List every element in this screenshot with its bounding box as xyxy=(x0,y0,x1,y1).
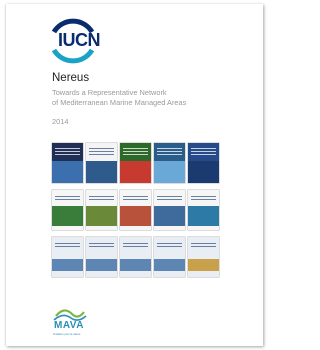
report-cover-4[interactable] xyxy=(154,143,185,183)
cover-text-line xyxy=(89,196,114,198)
cover-text-line xyxy=(123,246,148,248)
report-cover-6[interactable] xyxy=(52,190,83,230)
cover-text-line xyxy=(89,148,114,150)
cover-text-line xyxy=(89,243,114,245)
cover-text-line xyxy=(55,154,80,156)
cover-text-line xyxy=(123,154,148,156)
report-cover-11[interactable] xyxy=(52,237,83,277)
subtitle-line-1: Towards a Representative Network xyxy=(52,88,167,97)
report-year: 2014 xyxy=(52,117,69,126)
cover-text-line xyxy=(89,199,114,201)
report-cover-1[interactable] xyxy=(52,143,83,183)
cover-text-line xyxy=(55,243,80,245)
cover-text-line xyxy=(157,154,182,156)
mava-tagline: fondation pour la nature xyxy=(53,333,81,336)
cover-photo-band xyxy=(86,206,117,226)
report-cover-14[interactable] xyxy=(154,237,185,277)
cover-photo-band xyxy=(120,161,151,183)
iucn-logo-text: IUCN xyxy=(58,30,101,50)
subtitle-line-2: of Mediterranean Marine Managed Areas xyxy=(52,98,187,107)
cover-text-line xyxy=(191,246,216,248)
report-cover-8[interactable] xyxy=(120,190,151,230)
report-thumbnail-grid xyxy=(52,143,219,277)
cover-text-line xyxy=(123,199,148,201)
cover-photo-band xyxy=(188,161,219,183)
cover-photo-band xyxy=(120,259,151,271)
report-cover-3[interactable] xyxy=(120,143,151,183)
cover-photo-band xyxy=(86,161,117,183)
cover-text-line xyxy=(123,148,148,150)
cover-text-line xyxy=(123,196,148,198)
cover-text-line xyxy=(191,199,216,201)
cover-photo-band xyxy=(154,259,185,271)
report-cover-15[interactable] xyxy=(188,237,219,277)
cover-photo-band xyxy=(52,206,83,226)
cover-photo-band xyxy=(188,206,219,226)
cover-text-line xyxy=(55,196,80,198)
cover-photo-band xyxy=(154,206,185,226)
cover-text-line xyxy=(123,243,148,245)
cover-text-line xyxy=(191,151,216,153)
cover-text-line xyxy=(191,196,216,198)
cover-text-line xyxy=(157,148,182,150)
cover-text-line xyxy=(157,151,182,153)
cover-text-line xyxy=(157,243,182,245)
report-cover-12[interactable] xyxy=(86,237,117,277)
cover-photo-band xyxy=(52,161,83,183)
report-cover-5[interactable] xyxy=(188,143,219,183)
mava-logo-text: MAVA xyxy=(54,320,84,331)
cover-text-line xyxy=(191,243,216,245)
report-cover-2[interactable] xyxy=(86,143,117,183)
cover-photo-band xyxy=(86,259,117,271)
cover-text-line xyxy=(157,246,182,248)
cover-text-line xyxy=(123,151,148,153)
cover-text-line xyxy=(157,196,182,198)
report-cover-9[interactable] xyxy=(154,190,185,230)
cover-text-line xyxy=(55,246,80,248)
report-title: Nereus xyxy=(52,72,90,84)
cover-text-line xyxy=(191,154,216,156)
cover-text-line xyxy=(55,148,80,150)
cover-text-line xyxy=(191,148,216,150)
cover-text-line xyxy=(89,246,114,248)
cover-text-line xyxy=(55,151,80,153)
report-cover-page: IUCN Nereus Towards a Representative Net… xyxy=(6,4,263,346)
cover-text-line xyxy=(89,151,114,153)
report-cover-10[interactable] xyxy=(188,190,219,230)
report-cover-7[interactable] xyxy=(86,190,117,230)
cover-photo-band xyxy=(120,206,151,226)
cover-photo-band xyxy=(188,259,219,271)
report-cover-13[interactable] xyxy=(120,237,151,277)
cover-text-line xyxy=(55,199,80,201)
cover-photo-band xyxy=(154,161,185,183)
cover-text-line xyxy=(157,199,182,201)
cover-text-line xyxy=(89,154,114,156)
report-subtitle: Towards a Representative Network of Medi… xyxy=(52,88,252,108)
cover-photo-band xyxy=(52,259,83,271)
